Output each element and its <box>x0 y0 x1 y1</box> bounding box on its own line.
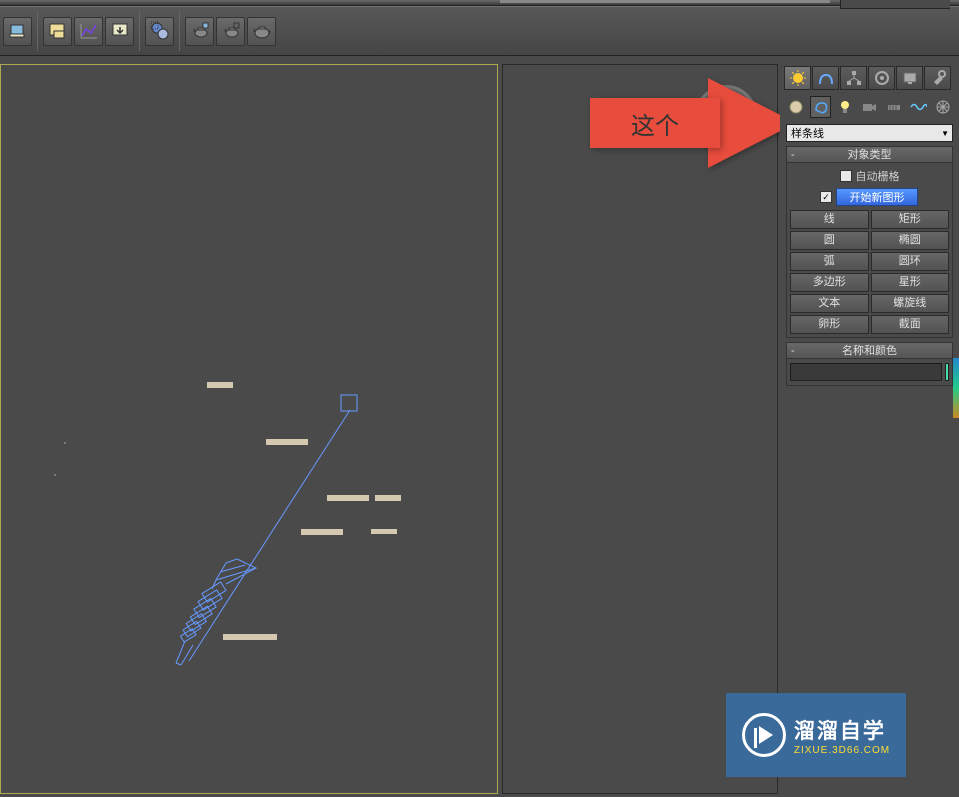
watermark-subtitle: ZIXUE.3D66.COM <box>794 745 890 756</box>
shape-btn-ngon[interactable]: 多边形 <box>790 273 869 292</box>
shape-btn-section[interactable]: 截面 <box>871 315 950 334</box>
spacewarps-subtab[interactable] <box>908 96 928 118</box>
shapes-subtab[interactable] <box>810 96 830 118</box>
teapot-preview-icon[interactable] <box>216 17 245 46</box>
watermark-title: 溜溜自学 <box>794 715 886 745</box>
shape-btn-donut[interactable]: 圆环 <box>871 252 950 271</box>
shape-btn-egg[interactable]: 卵形 <box>790 315 869 334</box>
dropdown-label: 样条线 <box>791 125 824 141</box>
render-setup-icon[interactable] <box>3 17 32 46</box>
command-panel-tabs <box>780 60 959 92</box>
systems-subtab[interactable] <box>933 96 953 118</box>
shape-btn-star[interactable]: 星形 <box>871 273 950 292</box>
object-type-rollout: - 对象类型 自动栅格 ✓ 开始新图形 线 矩形 圆 椭圆 弧 圆环 多边形 <box>786 146 953 338</box>
watermark: 溜溜自学 ZIXUE.3D66.COM <box>726 693 906 777</box>
rollout-header-name-color[interactable]: - 名称和颜色 <box>787 343 952 359</box>
shape-btn-ellipse[interactable]: 椭圆 <box>871 231 950 250</box>
shape-type-dropdown[interactable]: 样条线 <box>786 124 953 142</box>
utilities-tab[interactable] <box>924 66 951 90</box>
start-new-shape-button[interactable]: 开始新图形 <box>836 188 918 206</box>
hierarchy-tab[interactable] <box>840 66 867 90</box>
shape-btn-circle[interactable]: 圆 <box>790 231 869 250</box>
render-graph-icon[interactable] <box>74 17 103 46</box>
object-color-swatch[interactable] <box>945 363 949 381</box>
rollout-header-object-type[interactable]: - 对象类型 <box>787 147 952 163</box>
object-name-input[interactable] <box>790 363 942 381</box>
viewport-area <box>0 60 780 797</box>
start-new-checkbox[interactable]: ✓ <box>820 191 832 203</box>
top-toolbar <box>0 6 959 56</box>
command-panel: 样条线 - 对象类型 自动栅格 ✓ 开始新图形 线 矩形 圆 椭圆 弧 <box>780 60 959 797</box>
lights-subtab[interactable] <box>835 96 855 118</box>
cameras-subtab[interactable] <box>859 96 879 118</box>
shape-btn-line[interactable]: 线 <box>790 210 869 229</box>
viewcube-background <box>695 85 757 147</box>
teapot-quick-icon[interactable] <box>247 17 276 46</box>
play-logo-icon <box>742 713 786 757</box>
motion-tab[interactable] <box>868 66 895 90</box>
display-tab[interactable] <box>896 66 923 90</box>
shape-btn-text[interactable]: 文本 <box>790 294 869 313</box>
helpers-subtab[interactable] <box>884 96 904 118</box>
secondary-viewport[interactable] <box>502 64 778 794</box>
material-editor-icon[interactable] <box>145 17 174 46</box>
create-subcategory-row <box>780 92 959 122</box>
autogrid-checkbox[interactable] <box>840 170 852 182</box>
modify-tab[interactable] <box>812 66 839 90</box>
render-frame-icon[interactable] <box>43 17 72 46</box>
render-output-icon[interactable] <box>105 17 134 46</box>
geometry-subtab[interactable] <box>786 96 806 118</box>
shape-btn-rectangle[interactable]: 矩形 <box>871 210 950 229</box>
create-tab[interactable] <box>784 66 811 90</box>
autogrid-label: 自动栅格 <box>856 168 900 184</box>
teapot-render-icon[interactable] <box>185 17 214 46</box>
active-viewport[interactable] <box>0 64 498 794</box>
name-color-rollout: - 名称和颜色 <box>786 342 953 386</box>
shape-btn-helix[interactable]: 螺旋线 <box>871 294 950 313</box>
shape-btn-arc[interactable]: 弧 <box>790 252 869 271</box>
panel-scroll-indicator <box>953 358 959 418</box>
shape-button-grid: 线 矩形 圆 椭圆 弧 圆环 多边形 星形 文本 螺旋线 卵形 截面 <box>790 210 949 334</box>
